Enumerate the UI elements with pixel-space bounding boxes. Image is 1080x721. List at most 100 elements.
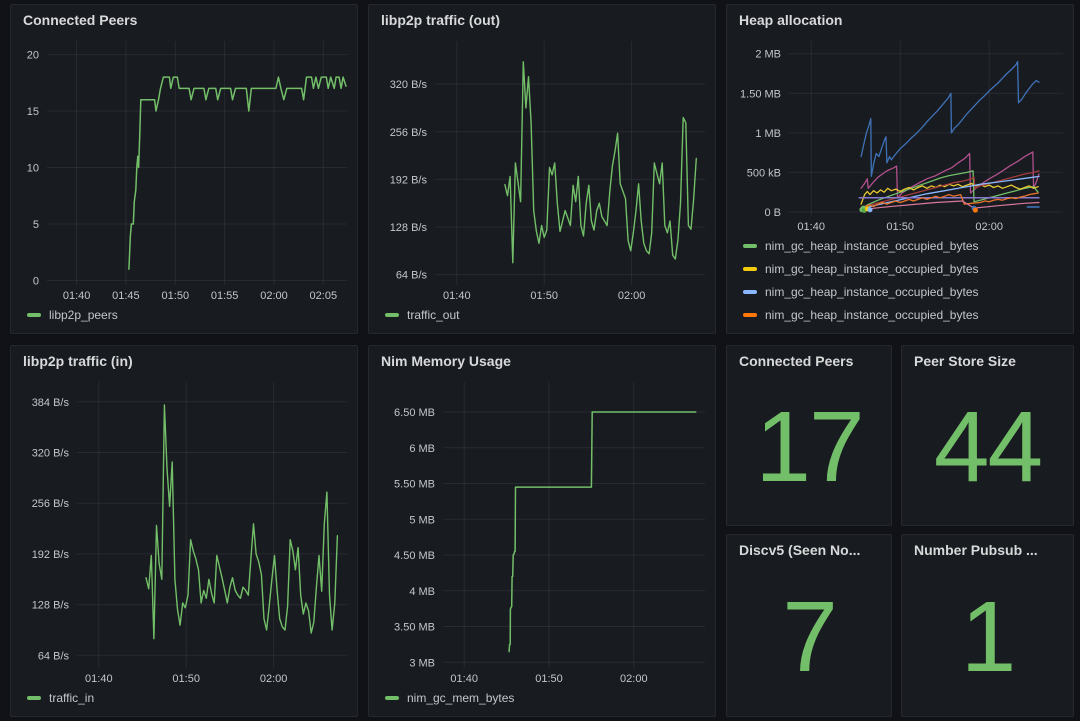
svg-text:10: 10 [27,163,39,175]
stat-value: 1 [961,587,1015,687]
svg-text:15: 15 [27,106,39,118]
svg-text:01:55: 01:55 [211,290,239,302]
svg-text:320 B/s: 320 B/s [390,79,428,91]
chart-legend: nim_gc_heap_instance_occupied_bytes nim_g… [727,234,1073,333]
svg-text:192 B/s: 192 B/s [390,174,428,186]
svg-text:01:40: 01:40 [443,290,471,302]
svg-text:01:40: 01:40 [797,221,825,233]
panel-libp2p-traffic-out: libp2p traffic (out) 64 B/s 128 B/s 192 B/… [368,4,716,334]
svg-text:01:50: 01:50 [535,673,563,685]
legend-marker-icon [385,313,399,317]
grafana-dashboard: Connected Peers 0510152001:4001:4501:500… [0,0,1080,721]
svg-text:0 B: 0 B [764,207,781,219]
svg-text:4 MB: 4 MB [409,586,435,598]
svg-text:01:40: 01:40 [85,673,113,685]
legend-item[interactable]: traffic_out [385,303,707,326]
svg-text:6.50 MB: 6.50 MB [394,407,435,419]
stat-body: 1 [902,565,1073,716]
stat-body: 44 [902,376,1073,525]
legend-item[interactable]: nim_gc_heap_instance_occupied_bytes [743,280,1065,303]
panel-stat-discv5-seen-nodes: Discv5 (Seen No... 7 [726,534,892,717]
svg-text:01:50: 01:50 [530,290,558,302]
svg-text:5: 5 [33,219,39,231]
chart-nim-memory[interactable]: 3 MB3.50 MB4 MB4.50 MB5 MB5.50 MB6 MB6.5… [369,376,715,686]
svg-text:01:40: 01:40 [450,673,478,685]
legend-marker-icon [743,313,757,317]
svg-text:1.50 MB: 1.50 MB [740,88,781,100]
svg-text:02:00: 02:00 [260,673,288,685]
svg-text:500 kB: 500 kB [747,167,781,179]
panel-title[interactable]: Connected Peers [11,5,357,35]
chart-traffic-out[interactable]: 64 B/s 128 B/s 192 B/s 256 B/s 320 B/s 01:40 0… [369,35,715,303]
panel-stat-number-pubsub: Number Pubsub ... 1 [901,534,1074,717]
chart-traffic-in[interactable]: 64 B/s 128 B/s 192 B/s 256 B/s 320 B/s 384 B/… [11,376,357,686]
svg-text:6 MB: 6 MB [409,443,435,455]
panel-title[interactable]: Discv5 (Seen No... [727,535,891,565]
svg-text:02:00: 02:00 [260,290,288,302]
svg-text:384 B/s: 384 B/s [32,397,70,409]
svg-text:20: 20 [27,50,39,62]
panel-title[interactable]: Connected Peers [727,346,891,376]
stat-value: 44 [934,397,1041,497]
stat-value: 7 [782,587,836,687]
svg-text:5.50 MB: 5.50 MB [394,479,435,491]
panel-title[interactable]: Nim Memory Usage [369,346,715,376]
legend-label: nim_gc_heap_instance_occupied_bytes [765,239,979,253]
panel-title[interactable]: libp2p traffic (in) [11,346,357,376]
svg-text:02:00: 02:00 [975,221,1003,233]
svg-text:1 MB: 1 MB [755,128,781,140]
svg-text:3 MB: 3 MB [409,657,435,669]
svg-text:64 B/s: 64 B/s [38,650,70,662]
svg-text:02:00: 02:00 [620,673,648,685]
panel-title[interactable]: Peer Store Size [902,346,1073,376]
svg-text:3.50 MB: 3.50 MB [394,622,435,634]
legend-label: traffic_in [49,691,94,705]
panel-stat-connected-peers: Connected Peers 17 [726,345,892,526]
stat-body: 7 [727,565,891,716]
svg-text:2 MB: 2 MB [755,49,781,61]
panel-stat-peer-store-size: Peer Store Size 44 [901,345,1074,526]
legend-item[interactable]: nim_gc_mem_bytes [385,686,707,709]
panel-title[interactable]: Heap allocation [727,5,1073,35]
svg-text:01:50: 01:50 [172,673,200,685]
svg-text:320 B/s: 320 B/s [32,448,70,460]
legend-label: nim_gc_heap_instance_occupied_bytes [765,308,979,322]
legend-label: nim_gc_mem_bytes [407,691,514,705]
legend-item[interactable]: libp2p_peers [27,303,349,326]
legend-item[interactable]: nim_gc_heap_instance_occupied_bytes [743,234,1065,257]
chart-heap-allocation[interactable]: 0 B 500 kB 1 MB 1.50 MB 2 MB 01:40 01:50 02:00 [727,35,1073,234]
legend-label: libp2p_peers [49,308,118,322]
svg-text:02:00: 02:00 [618,290,646,302]
legend-marker-icon [743,290,757,294]
panel-heap-allocation: Heap allocation 0 B 500 kB 1 MB 1.50 MB 2 MB… [726,4,1074,334]
svg-text:01:50: 01:50 [886,221,914,233]
legend-label: nim_gc_heap_instance_occupied_bytes [765,285,979,299]
stat-value: 17 [755,397,862,497]
legend-item[interactable]: nim_gc_heap_instance_occupied_bytes [743,257,1065,280]
panel-title[interactable]: libp2p traffic (out) [369,5,715,35]
legend-item[interactable]: traffic_in [27,686,349,709]
svg-text:192 B/s: 192 B/s [32,549,70,561]
legend-marker-icon [385,696,399,700]
legend-item[interactable]: nim_gc_heap_instance_occupied_bytes [743,303,1065,326]
svg-text:0: 0 [33,276,39,288]
svg-text:128 B/s: 128 B/s [390,222,428,234]
chart-legend: libp2p_peers [11,303,357,333]
legend-marker-icon [27,313,41,317]
chart-connected-peers[interactable]: 0510152001:4001:4501:5001:5502:0002:05 [11,35,357,303]
svg-text:01:45: 01:45 [112,290,140,302]
legend-marker-icon [743,244,757,248]
legend-marker-icon [743,267,757,271]
panel-title[interactable]: Number Pubsub ... [902,535,1073,565]
panel-libp2p-traffic-in: libp2p traffic (in) 64 B/s 128 B/s 192 B/s… [10,345,358,717]
legend-label: nim_gc_heap_instance_occupied_bytes [765,262,979,276]
svg-text:256 B/s: 256 B/s [32,498,70,510]
svg-text:5 MB: 5 MB [409,514,435,526]
legend-label: traffic_out [407,308,459,322]
svg-text:01:50: 01:50 [162,290,190,302]
svg-text:128 B/s: 128 B/s [32,600,70,612]
svg-text:64 B/s: 64 B/s [396,270,428,282]
svg-text:01:40: 01:40 [63,290,91,302]
svg-text:256 B/s: 256 B/s [390,127,428,139]
chart-legend: traffic_in [11,686,357,716]
